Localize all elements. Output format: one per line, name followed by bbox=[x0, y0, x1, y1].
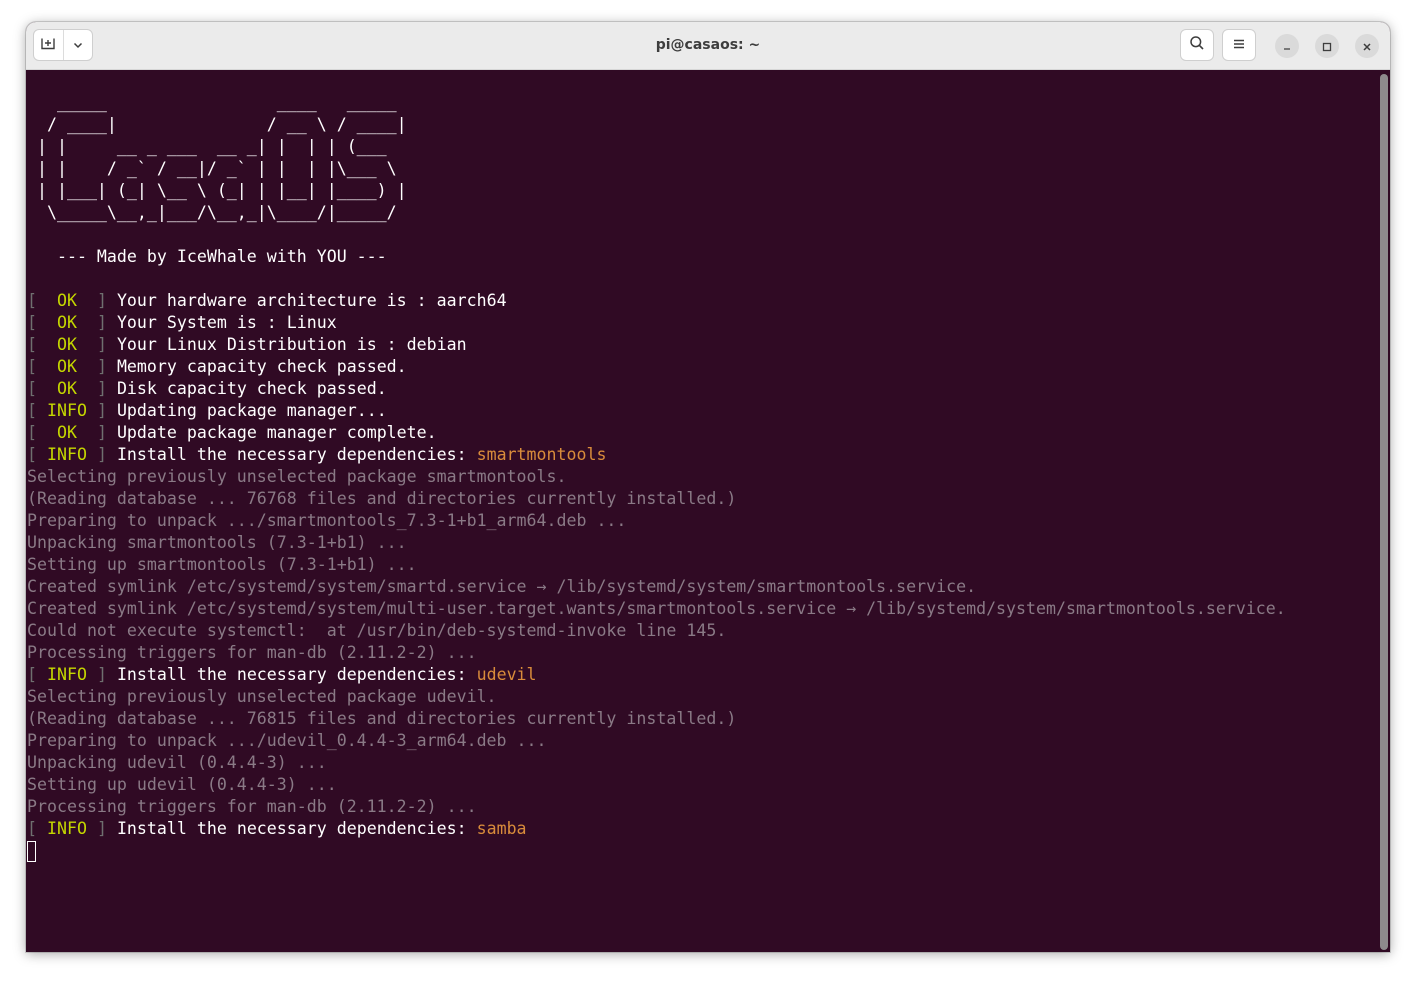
apt-output-line: Selecting previously unselected package … bbox=[27, 687, 497, 706]
maximize-button[interactable] bbox=[1315, 34, 1339, 58]
status-tag: INFO bbox=[37, 665, 97, 684]
status-tag: OK bbox=[37, 423, 97, 442]
status-text: Install the necessary dependencies: bbox=[106, 819, 477, 838]
status-text: Install the necessary dependencies: bbox=[106, 445, 477, 464]
status-text: Updating package manager... bbox=[106, 401, 387, 420]
install-line: [ INFO ] Install the necessary dependenc… bbox=[27, 819, 527, 838]
minimize-icon bbox=[1282, 37, 1292, 56]
status-text: Your hardware architecture is : aarch64 bbox=[106, 291, 507, 310]
status-tag: OK bbox=[37, 357, 97, 376]
apt-output-line: Selecting previously unselected package … bbox=[27, 467, 567, 486]
hamburger-menu-icon bbox=[1232, 36, 1246, 55]
install-line: [ INFO ] Install the necessary dependenc… bbox=[27, 445, 607, 464]
package-name: smartmontools bbox=[476, 445, 607, 464]
ascii-art-line: | | / _` / __|/ _` | | | |\___ \ bbox=[27, 159, 407, 178]
ascii-art-line: | | __ _ ___ __ _| | | | (___ bbox=[27, 137, 407, 156]
terminal-output[interactable]: _____ ____ _____ / ____| / __ \ / ____| … bbox=[26, 70, 1378, 952]
ascii-art-line: _____ ____ _____ bbox=[27, 93, 407, 112]
apt-output-line: (Reading database ... 76815 files and di… bbox=[27, 709, 737, 728]
apt-output-line: (Reading database ... 76768 files and di… bbox=[27, 489, 737, 508]
apt-output-line: Processing triggers for man-db (2.11.2-2… bbox=[27, 797, 477, 816]
chevron-down-icon bbox=[72, 36, 84, 55]
apt-output-line: Processing triggers for man-db (2.11.2-2… bbox=[27, 643, 477, 662]
terminal-window: pi@casaos: ~ _____ ____ _____ / ____| / … bbox=[26, 22, 1390, 952]
new-tab-button[interactable] bbox=[34, 30, 63, 60]
status-line: [ OK ] Your System is : Linux bbox=[27, 313, 337, 332]
new-tab-split-button bbox=[33, 29, 93, 61]
new-tab-icon bbox=[40, 35, 56, 55]
apt-output-line: Created symlink /etc/systemd/system/smar… bbox=[27, 577, 977, 596]
apt-output-line: Could not execute systemctl: at /usr/bin… bbox=[27, 621, 727, 640]
main-menu-button[interactable] bbox=[1222, 29, 1256, 61]
status-line: [ OK ] Your Linux Distribution is : debi… bbox=[27, 335, 467, 354]
close-icon bbox=[1362, 37, 1372, 56]
maximize-icon bbox=[1322, 37, 1332, 56]
apt-output-line: Setting up udevil (0.4.4-3) ... bbox=[27, 775, 337, 794]
vertical-scrollbar[interactable] bbox=[1380, 74, 1388, 950]
title-bar: pi@casaos: ~ bbox=[26, 22, 1390, 70]
status-text: Disk capacity check passed. bbox=[106, 379, 387, 398]
apt-output-line: Unpacking udevil (0.4.4-3) ... bbox=[27, 753, 327, 772]
apt-output-line: Unpacking smartmontools (7.3-1+b1) ... bbox=[27, 533, 407, 552]
ascii-art-line: | |___| (_| \__ \ (_| | |__| |____) | bbox=[27, 181, 407, 200]
status-text: Memory capacity check passed. bbox=[106, 357, 407, 376]
apt-output-line: Setting up smartmontools (7.3-1+b1) ... bbox=[27, 555, 417, 574]
prompt-line bbox=[27, 840, 1378, 862]
status-text: Install the necessary dependencies: bbox=[106, 665, 477, 684]
status-text: Update package manager complete. bbox=[106, 423, 437, 442]
package-name: udevil bbox=[476, 665, 537, 684]
apt-output-line: Created symlink /etc/systemd/system/mult… bbox=[27, 599, 1286, 618]
status-line: [ OK ] Disk capacity check passed. bbox=[27, 379, 387, 398]
status-line: [ OK ] Your hardware architecture is : a… bbox=[27, 291, 507, 310]
terminal-cursor bbox=[27, 841, 36, 862]
status-line: [ INFO ] Updating package manager... bbox=[27, 401, 387, 420]
package-name: samba bbox=[476, 819, 527, 838]
status-tag: INFO bbox=[37, 401, 97, 420]
status-tag: OK bbox=[37, 379, 97, 398]
status-tag: OK bbox=[37, 335, 97, 354]
tagline: --- Made by IceWhale with YOU --- bbox=[27, 247, 387, 266]
apt-output-line: Preparing to unpack .../udevil_0.4.4-3_a… bbox=[27, 731, 547, 750]
search-icon bbox=[1189, 35, 1205, 55]
status-tag: INFO bbox=[37, 445, 97, 464]
search-button[interactable] bbox=[1180, 29, 1214, 61]
minimize-button[interactable] bbox=[1275, 34, 1299, 58]
close-button[interactable] bbox=[1355, 34, 1379, 58]
ascii-art-line: \_____\__,_|___/\__,_|\____/|_____/ bbox=[27, 203, 407, 222]
ascii-art-line: / ____| / __ \ / ____| bbox=[27, 115, 407, 134]
status-tag: OK bbox=[37, 291, 97, 310]
status-text: Your Linux Distribution is : debian bbox=[106, 335, 467, 354]
status-tag: INFO bbox=[37, 819, 97, 838]
status-tag: OK bbox=[37, 313, 97, 332]
apt-output-line: Preparing to unpack .../smartmontools_7.… bbox=[27, 511, 627, 530]
status-line: [ OK ] Update package manager complete. bbox=[27, 423, 437, 442]
install-line: [ INFO ] Install the necessary dependenc… bbox=[27, 665, 537, 684]
tab-options-dropdown[interactable] bbox=[62, 30, 93, 60]
status-line: [ OK ] Memory capacity check passed. bbox=[27, 357, 407, 376]
status-text: Your System is : Linux bbox=[106, 313, 337, 332]
